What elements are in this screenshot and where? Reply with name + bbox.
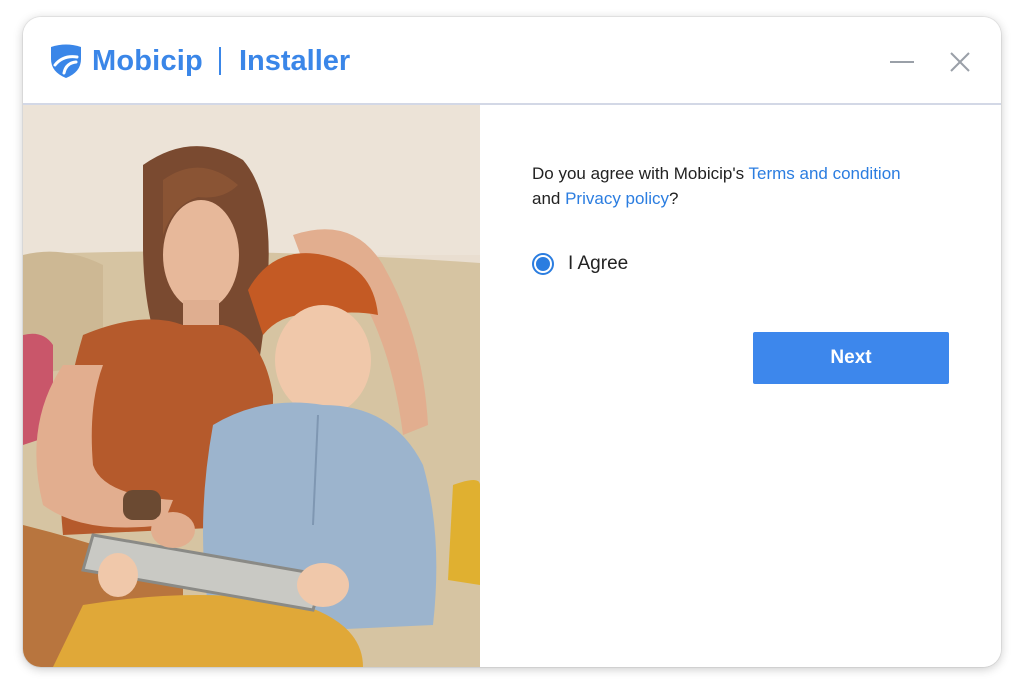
window-title: Installer	[238, 44, 351, 77]
minimize-button[interactable]	[887, 47, 917, 77]
title-bar: Mobicip Installer	[23, 17, 1001, 105]
hero-photo	[23, 105, 480, 667]
close-button[interactable]	[945, 47, 975, 77]
privacy-link[interactable]: Privacy policy	[565, 189, 669, 208]
question-and: and	[532, 189, 566, 208]
brand-divider	[218, 47, 221, 75]
question-suffix: ?	[669, 189, 679, 208]
brand-name: Mobicip	[92, 44, 203, 77]
terms-link[interactable]: Terms and condition	[748, 164, 900, 183]
radio-selected-dot	[536, 257, 550, 271]
brand: Mobicip Installer	[49, 41, 350, 81]
mobicip-logo-icon	[51, 44, 81, 78]
agree-radio-button[interactable]	[532, 253, 554, 275]
minimize-icon	[890, 61, 914, 63]
installer-window: Mobicip Installer Do you agree with Mobi…	[23, 17, 1001, 667]
terms-question: Do you agree with Mobicip's Terms and co…	[532, 161, 972, 211]
question-prefix: Do you agree with Mobicip's	[532, 164, 749, 183]
close-icon	[950, 52, 970, 72]
agree-radio-option[interactable]: I Agree	[532, 253, 628, 275]
agreement-panel: Do you agree with Mobicip's Terms and co…	[480, 105, 1001, 667]
agree-label: I Agree	[568, 253, 629, 274]
mother-son-tablet-illustration	[23, 105, 480, 667]
next-button[interactable]: Next	[753, 332, 949, 384]
